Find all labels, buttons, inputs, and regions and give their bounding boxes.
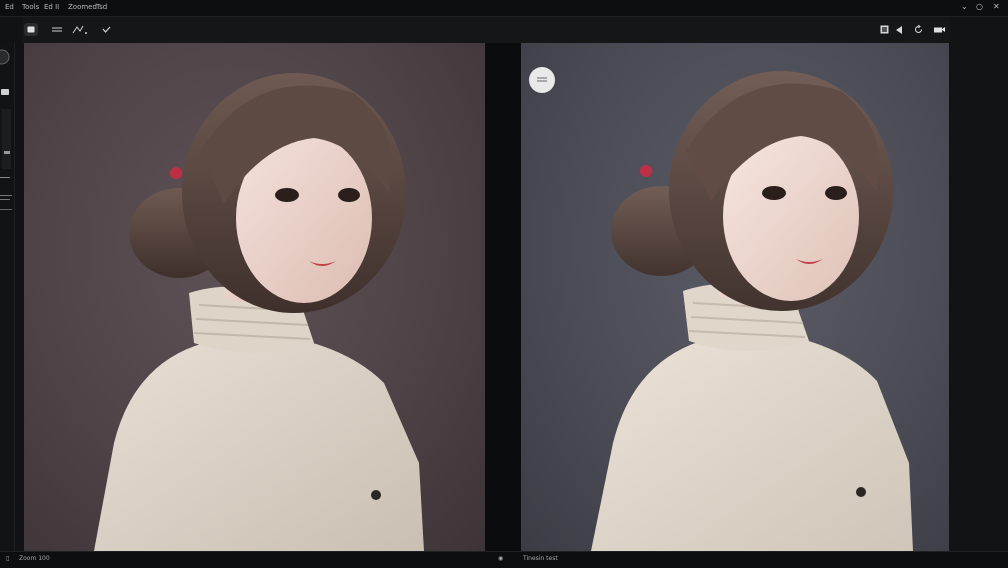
panel-icon[interactable]: [24, 23, 38, 36]
minimize-icon[interactable]: ⌄: [961, 2, 968, 11]
status-eye-icon[interactable]: ◉: [498, 555, 503, 562]
curve-icon[interactable]: [70, 23, 90, 36]
status-bar: ▯ Zoom 100 ◉ Tinesin test: [0, 551, 1008, 568]
menu-item-tsd[interactable]: Tsd: [96, 3, 107, 11]
menu-bar: Ed Tools Ed II Zoomed Tsd ⌄ ○ ✕: [0, 0, 1008, 17]
menu-item-tools[interactable]: Tools: [22, 3, 39, 11]
image-icon[interactable]: [878, 23, 890, 36]
after-image-panel[interactable]: [521, 43, 949, 551]
restore-icon[interactable]: ○: [976, 2, 983, 11]
compare-toggle-button[interactable]: [529, 67, 555, 93]
top-toolbar: [22, 17, 950, 43]
left-rail: [0, 43, 15, 551]
list-icon[interactable]: [50, 23, 64, 36]
portrait-after-image: [591, 71, 913, 551]
close-icon[interactable]: ✕: [993, 2, 1000, 11]
slider-handle[interactable]: [4, 151, 10, 154]
status-zoom-icon: ▯: [6, 555, 10, 562]
brush-preview-icon[interactable]: [0, 49, 10, 65]
layer-icon[interactable]: [1, 89, 9, 95]
status-mid-text: Tinesin test: [523, 555, 558, 562]
check-icon[interactable]: [100, 23, 112, 36]
rail-divider-4: [0, 209, 12, 210]
menu-item-ed[interactable]: Ed: [5, 3, 14, 11]
rail-divider: [0, 177, 10, 178]
menu-item-ed-ii[interactable]: Ed II: [44, 3, 59, 11]
slider-track[interactable]: [2, 109, 11, 169]
menu-item-zoomed[interactable]: Zoomed: [68, 3, 97, 11]
rotate-icon[interactable]: [912, 23, 924, 36]
split-divider[interactable]: [485, 43, 521, 551]
status-left-text: Zoom 100: [19, 555, 50, 562]
before-image-panel[interactable]: [24, 43, 485, 551]
right-sidebar: [950, 17, 1008, 551]
camera-icon[interactable]: [932, 23, 946, 36]
rail-divider-3: [0, 199, 10, 200]
play-icon[interactable]: [894, 23, 904, 36]
rail-divider-2: [0, 195, 12, 196]
portrait-before-image: [94, 73, 424, 551]
